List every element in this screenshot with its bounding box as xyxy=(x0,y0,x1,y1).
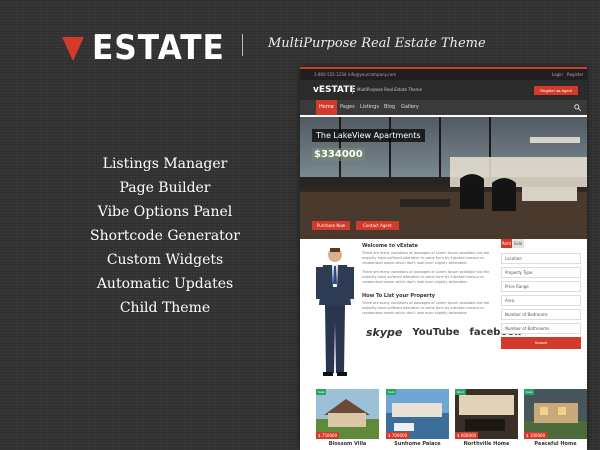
preview-header-divider xyxy=(352,85,353,94)
property-search-panel: Rent Sale Location Property Type Price R… xyxy=(497,239,583,353)
listing-tag: Sale xyxy=(316,389,327,395)
location-field[interactable]: Location xyxy=(501,253,581,264)
logo-text: ESTATE xyxy=(92,28,225,68)
bathrooms-field[interactable]: Number of Bathrooms xyxy=(501,323,581,334)
feature-item: Vibe Options Panel xyxy=(97,204,233,220)
youtube-logo: YouTube xyxy=(412,327,460,338)
nav-gallery[interactable]: Gallery xyxy=(398,100,422,115)
purchase-now-button[interactable]: Purchase Now xyxy=(312,221,350,230)
bedrooms-field[interactable]: Number of Bedrooms xyxy=(501,309,581,320)
nav-pages[interactable]: Pages xyxy=(337,100,358,115)
preview-header: vESTATE MultiPurpose Real Estate Theme R… xyxy=(300,80,587,100)
login-link[interactable]: Login xyxy=(552,72,563,77)
contact-agent-button[interactable]: Contact Agent xyxy=(356,221,399,230)
feature-item: Page Builder xyxy=(119,180,211,196)
tagline: MultiPurpose Real Estate Theme xyxy=(268,36,486,51)
preview-logo-text: vESTATE xyxy=(313,85,356,95)
listing-tag: Sale xyxy=(524,389,535,395)
agent-photo xyxy=(316,248,354,376)
search-button[interactable]: Search xyxy=(501,337,581,349)
hero-title: The LakeView Apartments xyxy=(312,129,425,142)
preview-tagline: MultiPurpose Real Estate Theme xyxy=(357,87,422,92)
area-field[interactable]: Area xyxy=(501,295,581,306)
preview-nav: Home Pages Listings Blog Gallery xyxy=(300,100,587,115)
feature-item: Child Theme xyxy=(119,300,211,316)
feature-item: Automatic Updates xyxy=(96,276,234,292)
welcome-paragraph: There are many variations of passages of… xyxy=(362,251,490,265)
welcome-heading: Welcome to vEstate xyxy=(362,243,418,249)
how-to-list-heading: How To List your Property xyxy=(362,293,436,299)
listing-card[interactable]: Sale $ 100000 Peaceful Home xyxy=(524,389,587,450)
preview-content: Welcome to vEstate There are many variat… xyxy=(300,239,587,450)
property-type-field[interactable]: Property Type xyxy=(501,267,581,278)
listing-card[interactable]: Rent $ 600000 Northville Home xyxy=(455,389,518,450)
preview-topbar: 1-800-555-1234 info@yourcompany.com Logi… xyxy=(300,67,587,80)
listing-name[interactable]: Blossom Villa xyxy=(316,441,379,447)
feature-item: Listings Manager xyxy=(102,156,228,172)
listing-price: $ 750000 xyxy=(316,432,340,439)
feature-item: Custom Widgets xyxy=(106,252,224,268)
price-range-field[interactable]: Price Range xyxy=(501,281,581,292)
listing-name[interactable]: Sunhome Palace xyxy=(386,441,449,447)
listing-image[interactable]: Sale $ 100000 xyxy=(524,389,587,439)
listing-price: $ 100000 xyxy=(524,432,548,439)
feature-list: Listings Manager Page Builder Vibe Optio… xyxy=(60,152,270,320)
website-preview: 1-800-555-1234 info@yourcompany.com Logi… xyxy=(300,67,587,450)
listing-name[interactable]: Peaceful Home xyxy=(524,441,587,447)
listing-name[interactable]: Northville Home xyxy=(455,441,518,447)
listing-card[interactable]: Sale $ 700000 Sunhome Palace xyxy=(386,389,449,450)
skype-logo: skype xyxy=(366,326,403,339)
nav-home[interactable]: Home xyxy=(316,100,337,115)
listing-card[interactable]: Sale $ 750000 Blossom Villa xyxy=(316,389,379,450)
how-to-list-text: There are many variations of passages of… xyxy=(362,301,490,315)
register-link[interactable]: Register xyxy=(567,72,583,77)
nav-blog[interactable]: Blog xyxy=(381,100,398,115)
brand-logo: ESTATE xyxy=(62,28,236,68)
nav-listings[interactable]: Listings xyxy=(357,100,382,115)
preview-logo[interactable]: vESTATE xyxy=(313,85,356,95)
logo-v-icon xyxy=(62,37,84,61)
listing-tag: Sale xyxy=(386,389,397,395)
hero-slider: The LakeView Apartments $334000 Purchase… xyxy=(300,117,587,239)
tab-sale[interactable]: Sale xyxy=(512,239,524,248)
listing-price: $ 600000 xyxy=(455,432,479,439)
feature-item: Shortcode Generator xyxy=(90,228,240,244)
listing-price: $ 700000 xyxy=(386,432,410,439)
topbar-email[interactable]: info@yourcompany.com xyxy=(348,72,396,77)
listing-tag: Rent xyxy=(455,389,466,395)
listing-image[interactable]: Sale $ 750000 xyxy=(316,389,379,439)
search-icon[interactable] xyxy=(574,104,581,111)
tab-rent[interactable]: Rent xyxy=(501,239,512,248)
listing-image[interactable]: Rent $ 600000 xyxy=(455,389,518,439)
listing-image[interactable]: Sale $ 700000 xyxy=(386,389,449,439)
register-agent-button[interactable]: Register as Agent xyxy=(534,86,578,95)
welcome-paragraph: There are many variations of passages of… xyxy=(362,270,490,284)
header-divider xyxy=(242,34,243,56)
topbar-phone: 1-800-555-1234 xyxy=(314,72,347,77)
hero-price: $334000 xyxy=(312,148,365,161)
